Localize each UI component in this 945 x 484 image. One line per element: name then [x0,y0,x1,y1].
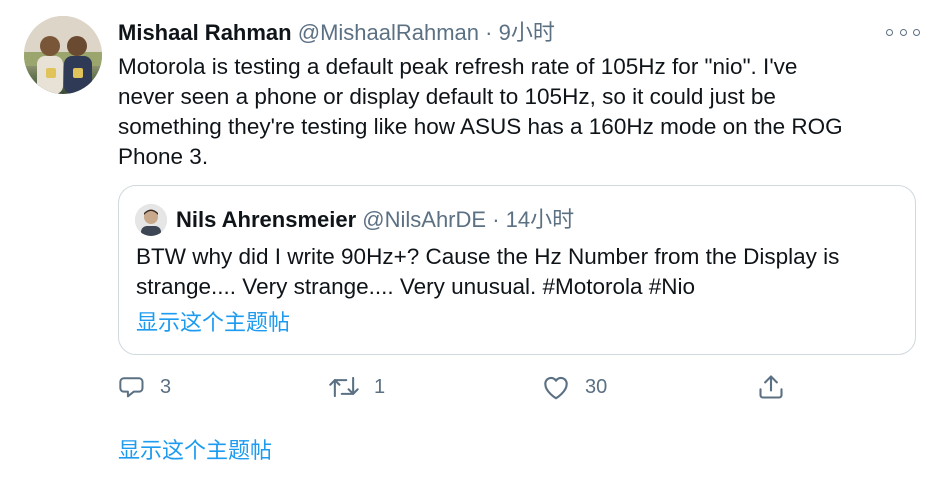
quoted-author-handle[interactable]: @NilsAhrDE [362,207,486,232]
like-button[interactable]: 30 [541,370,607,404]
quoted-avatar[interactable] [135,204,167,236]
quoted-show-thread-link[interactable]: 显示这个主题帖 [136,309,290,339]
reply-count: 3 [160,375,172,398]
tweet-time[interactable]: 9小时 [499,20,555,45]
quoted-tweet[interactable]: Nils Ahrensmeier @NilsAhrDE · 14小时 BTW w… [118,185,916,355]
avatar[interactable] [24,16,102,94]
retweet-button[interactable]: 1 [328,370,385,404]
quoted-author-name[interactable]: Nils Ahrensmeier [176,207,356,232]
quoted-text: BTW why did I write 90Hz+? Cause the Hz … [136,244,840,299]
author-handle[interactable]: @MishaalRahman [298,20,479,45]
tweet-text: Motorola is testing a default peak refre… [118,54,843,169]
like-count: 30 [585,375,608,398]
tweet-header: Mishaal Rahman @MishaalRahman · 9小时 [118,17,555,49]
share-button[interactable] [757,370,785,404]
show-thread-link[interactable]: 显示这个主题帖 [118,436,272,468]
reply-button[interactable]: 3 [118,370,171,404]
quoted-time[interactable]: 14小时 [506,207,574,232]
separator-dot: · [485,20,493,45]
quoted-header: Nils Ahrensmeier @NilsAhrDE · 14小时 [176,204,574,236]
like-icon [541,373,571,401]
reply-icon [118,373,146,401]
share-icon [757,373,785,401]
author-name[interactable]: Mishaal Rahman [118,20,292,45]
quoted-separator-dot: · [492,207,500,232]
retweet-count: 1 [374,375,386,398]
more-icon[interactable] [886,22,920,42]
retweet-icon [328,373,360,401]
